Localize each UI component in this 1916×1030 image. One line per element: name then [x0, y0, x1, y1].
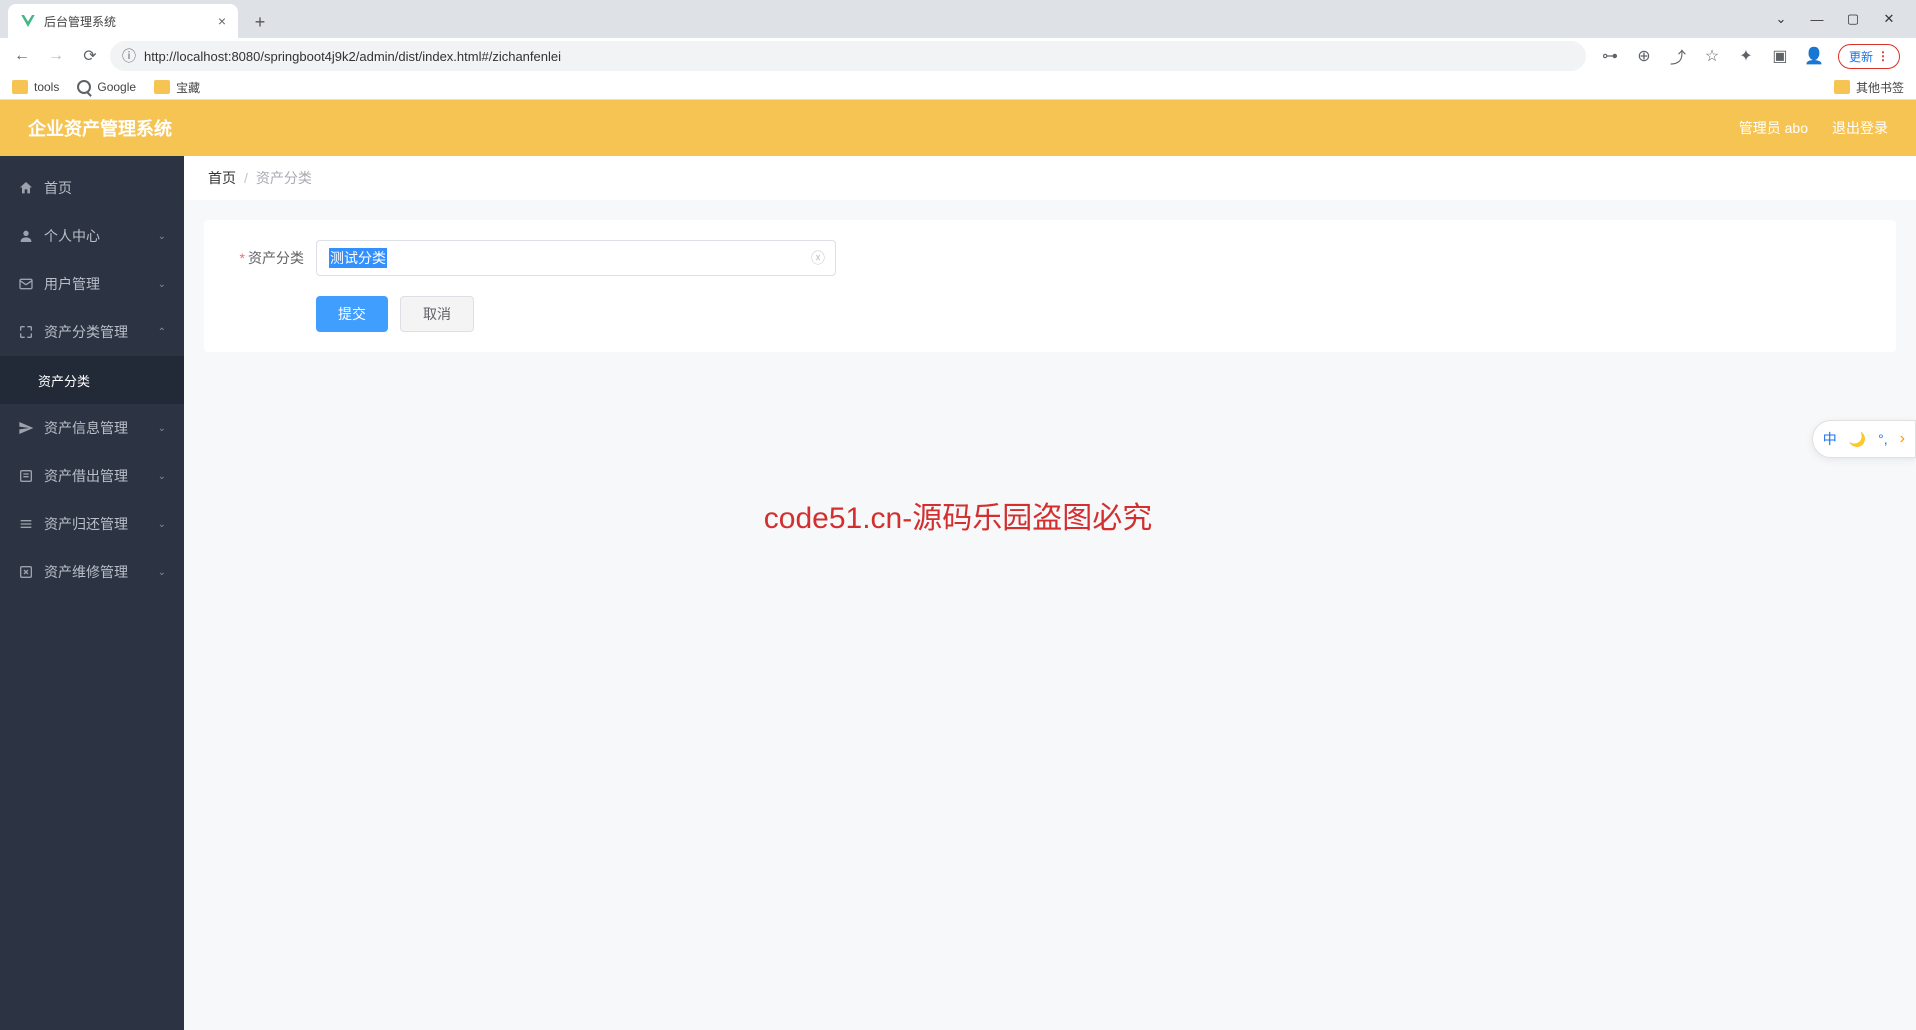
user-icon: [18, 228, 34, 244]
app-header: 企业资产管理系统 管理员 abo 退出登录: [0, 100, 1916, 156]
punct-icon[interactable]: °,: [1878, 431, 1888, 447]
sidebar-item-home[interactable]: 首页: [0, 164, 184, 212]
sidebar-item-label: 资产归还管理: [44, 514, 128, 534]
content-area: 首页 / 资产分类 *资产分类 测试分类 ⓧ 提交 取消: [184, 156, 1916, 1030]
cancel-button[interactable]: 取消: [400, 296, 474, 332]
breadcrumb-home[interactable]: 首页: [208, 168, 236, 188]
user-label[interactable]: 管理员 abo: [1739, 118, 1808, 138]
bars-icon: [18, 516, 34, 532]
key-icon[interactable]: ⊶: [1600, 46, 1620, 66]
site-info-icon[interactable]: ⓘ: [122, 46, 136, 66]
sidebar-item-personal[interactable]: 个人中心 ⌄: [0, 212, 184, 260]
home-icon: [18, 180, 34, 196]
bookmark-star-icon[interactable]: ☆: [1702, 46, 1722, 66]
bookmark-bar: tools Google 宝藏 其他书签: [0, 74, 1916, 100]
reload-button[interactable]: ⟳: [76, 42, 104, 70]
extensions-icon[interactable]: ✦: [1736, 46, 1756, 66]
list-icon: [18, 468, 34, 484]
new-tab-button[interactable]: +: [246, 8, 274, 36]
sidebar-item-asset-category[interactable]: 资产分类管理 ⌃: [0, 308, 184, 356]
sidebar-item-label: 用户管理: [44, 274, 100, 294]
sidebar-item-asset-lend[interactable]: 资产借出管理 ⌄: [0, 452, 184, 500]
sidebar-item-label: 资产分类管理: [44, 322, 128, 342]
sidebar-item-asset-info[interactable]: 资产信息管理 ⌄: [0, 404, 184, 452]
close-window-icon[interactable]: ✕: [1880, 11, 1898, 27]
chevron-down-icon: ⌄: [158, 423, 166, 434]
chevron-down-icon: ⌄: [158, 519, 166, 530]
url-text: http://localhost:8080/springboot4j9k2/ad…: [144, 49, 561, 64]
chevron-up-icon: ⌃: [158, 327, 166, 338]
profile-icon[interactable]: 👤: [1804, 46, 1824, 66]
ime-toolbar[interactable]: 中 🌙 °, ›: [1812, 420, 1916, 458]
sidebar-item-asset-repair[interactable]: 资产维修管理 ⌄: [0, 548, 184, 596]
breadcrumb-current: 资产分类: [256, 168, 312, 188]
bookmark-tools[interactable]: tools: [12, 80, 59, 94]
app-title: 企业资产管理系统: [28, 115, 172, 141]
menu-dots-icon: ⋮: [1877, 49, 1889, 63]
required-mark: *: [240, 250, 245, 266]
browser-chrome: 后台管理系统 × + ⌄ — ▢ ✕ ← → ⟳ ⓘ http://localh…: [0, 0, 1916, 100]
chevron-down-icon: ⌄: [158, 471, 166, 482]
send-icon: [18, 420, 34, 436]
tab-title: 后台管理系统: [44, 13, 116, 30]
folder-icon: [12, 80, 28, 94]
chevron-down-icon: ⌄: [158, 279, 166, 290]
update-button[interactable]: 更新 ⋮: [1838, 44, 1900, 69]
app-body: 首页 个人中心 ⌄ 用户管理 ⌄ 资产分类管理 ⌃ 资产分类 资产信息管理 ⌄ …: [0, 100, 1916, 1030]
breadcrumb: 首页 / 资产分类: [184, 156, 1916, 200]
sidepanel-icon[interactable]: ▣: [1770, 46, 1790, 66]
submit-button[interactable]: 提交: [316, 296, 388, 332]
sidebar-item-label: 个人中心: [44, 226, 100, 246]
chevron-down-icon: ⌄: [158, 567, 166, 578]
nav-right: ⊶ ⊕ ⤴ ☆ ✦ ▣ 👤 更新 ⋮: [1592, 44, 1908, 69]
maximize-icon[interactable]: ▢: [1844, 11, 1862, 27]
minimize-icon[interactable]: —: [1808, 12, 1826, 27]
search-in-page-icon[interactable]: ⊕: [1634, 46, 1654, 66]
sidebar-subitem-asset-category[interactable]: 资产分类: [0, 356, 184, 404]
google-icon: [77, 80, 91, 94]
nav-bar: ← → ⟳ ⓘ http://localhost:8080/springboot…: [0, 38, 1916, 74]
ime-lang[interactable]: 中: [1823, 429, 1837, 449]
header-right: 管理员 abo 退出登录: [1739, 118, 1888, 138]
expand-icon: [18, 324, 34, 340]
sidebar-item-label: 首页: [44, 178, 72, 198]
address-bar[interactable]: ⓘ http://localhost:8080/springboot4j9k2/…: [110, 41, 1586, 71]
window-controls: ⌄ — ▢ ✕: [1754, 0, 1916, 38]
forward-button: →: [42, 42, 70, 70]
close-icon[interactable]: ×: [218, 13, 226, 29]
bookmark-google[interactable]: Google: [77, 80, 136, 94]
category-input[interactable]: 测试分类 ⓧ: [316, 240, 836, 276]
input-selected-text: 测试分类: [329, 248, 387, 268]
form-actions: 提交 取消: [228, 296, 1872, 332]
expand-arrow-icon[interactable]: ›: [1900, 430, 1905, 448]
chevron-down-icon: ⌄: [158, 231, 166, 242]
folder-icon: [1834, 80, 1850, 94]
mail-icon: [18, 276, 34, 292]
tab-bar: 后台管理系统 × + ⌄ — ▢ ✕: [0, 0, 1916, 38]
sidebar-item-user-manage[interactable]: 用户管理 ⌄: [0, 260, 184, 308]
back-button[interactable]: ←: [8, 42, 36, 70]
breadcrumb-separator: /: [244, 170, 248, 186]
sidebar-item-label: 资产信息管理: [44, 418, 128, 438]
sidebar: 首页 个人中心 ⌄ 用户管理 ⌄ 资产分类管理 ⌃ 资产分类 资产信息管理 ⌄ …: [0, 156, 184, 1030]
browser-tab[interactable]: 后台管理系统 ×: [8, 4, 238, 38]
form-row-category: *资产分类 测试分类 ⓧ: [228, 240, 1872, 276]
sidebar-item-label: 资产维修管理: [44, 562, 128, 582]
logout-link[interactable]: 退出登录: [1832, 118, 1888, 138]
form-card: *资产分类 测试分类 ⓧ 提交 取消: [204, 220, 1896, 352]
share-icon[interactable]: ⤴: [1668, 46, 1688, 66]
sidebar-item-asset-return[interactable]: 资产归还管理 ⌄: [0, 500, 184, 548]
sidebar-item-label: 资产借出管理: [44, 466, 128, 486]
folder-icon: [154, 80, 170, 94]
close-square-icon: [18, 564, 34, 580]
bookmark-treasure[interactable]: 宝藏: [154, 79, 200, 96]
vue-icon: [20, 13, 36, 29]
clear-icon[interactable]: ⓧ: [811, 248, 825, 268]
caret-down-icon[interactable]: ⌄: [1772, 11, 1790, 27]
bookmark-other[interactable]: 其他书签: [1834, 79, 1904, 96]
moon-icon[interactable]: 🌙: [1849, 431, 1866, 448]
form-label-category: *资产分类: [228, 248, 316, 268]
sidebar-item-label: 资产分类: [38, 371, 90, 390]
